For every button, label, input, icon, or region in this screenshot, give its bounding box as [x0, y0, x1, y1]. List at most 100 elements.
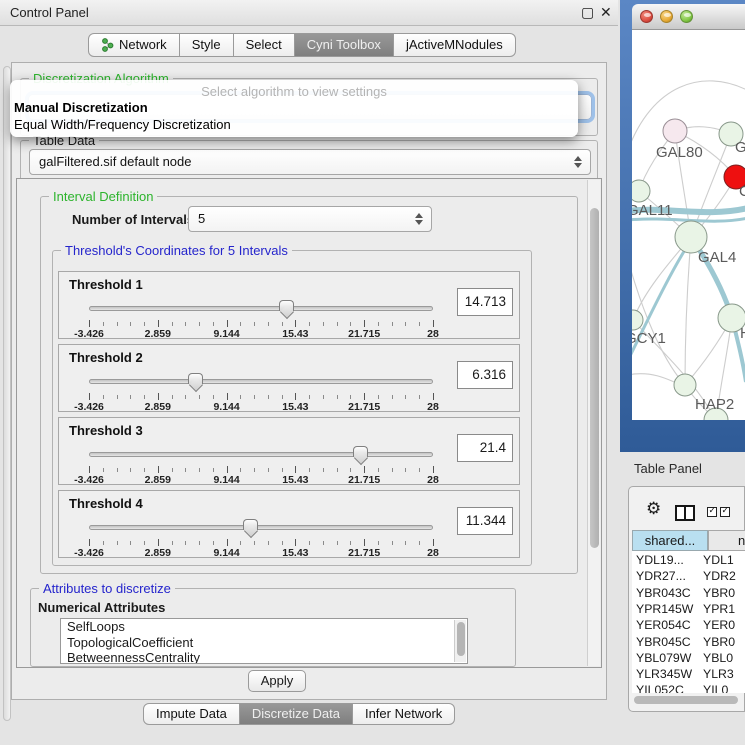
numerical-attributes-label: Numerical Attributes [38, 600, 165, 615]
threshold-2-panel: Threshold 2 -3.4262.8599.14415.4321.7152… [58, 344, 520, 412]
node-hap2[interactable] [674, 374, 696, 396]
thresholds-group-title: Threshold's Coordinates for 5 Intervals [61, 243, 292, 258]
tab-cyni-toolbox[interactable]: Cyni Toolbox [295, 33, 394, 57]
scrollbar-thumb[interactable] [590, 208, 599, 548]
scrollbar-thumb[interactable] [634, 696, 738, 704]
apply-button[interactable]: Apply [248, 670, 306, 692]
node-gal80[interactable] [663, 119, 687, 143]
number-of-intervals-label: Number of Intervals [72, 212, 194, 227]
node-gcy1[interactable] [632, 310, 643, 330]
control-panel-title: Control Panel [10, 5, 89, 20]
threshold-4-value-input[interactable]: 11.344 [457, 507, 513, 535]
scrollbar-thumb[interactable] [457, 622, 465, 656]
table-row[interactable]: YPR145W YPR1 [632, 602, 745, 618]
tab-jactivemnodules[interactable]: jActiveMNodules [394, 33, 516, 57]
tab-style-label: Style [192, 34, 221, 56]
tab-impute-data-label: Impute Data [156, 704, 227, 724]
number-of-intervals-value: 5 [198, 211, 205, 226]
threshold-2-value-input[interactable]: 6.316 [457, 361, 513, 389]
split-columns-icon[interactable] [675, 505, 695, 521]
tab-style[interactable]: Style [180, 33, 234, 57]
vertical-scrollbar[interactable] [587, 180, 600, 666]
slider-thumb[interactable] [279, 300, 294, 311]
slider-thumb[interactable] [188, 373, 203, 384]
tab-network[interactable]: Network [88, 33, 180, 57]
threshold-2-slider[interactable]: -3.4262.8599.14415.4321.71528 [89, 371, 433, 411]
panel-edge-strip [3, 66, 11, 721]
tab-infer-network[interactable]: Infer Network [353, 703, 455, 725]
table-row[interactable]: YIL052CYIL0 [632, 683, 745, 693]
horizontal-scrollbar[interactable] [633, 695, 743, 705]
slider-thumb[interactable] [243, 519, 258, 530]
tab-discretize-data-label: Discretize Data [252, 704, 340, 724]
slider-track[interactable] [89, 306, 433, 311]
control-panel-tabs: Network Style Select Cyni Toolbox jActiv… [88, 33, 516, 57]
table-row[interactable]: YBR045CYBR0 [632, 635, 745, 651]
checkbox-icon[interactable] [707, 507, 717, 517]
table-row[interactable]: YBR043CYBR0 [632, 586, 745, 602]
node-label: GAL11 [632, 202, 673, 219]
list-item[interactable]: BetweennessCentrality [61, 650, 467, 664]
number-of-intervals-combobox[interactable]: 5 [188, 206, 432, 232]
slider-track[interactable] [89, 452, 433, 457]
node-label: GAL80 [656, 144, 703, 161]
cell: YDR27... [636, 569, 686, 583]
minimize-traffic-light[interactable] [660, 10, 673, 23]
cell: YPR145W [636, 602, 693, 616]
table-row[interactable]: YBL079WYBL0 [632, 651, 745, 667]
slider-ticks [89, 538, 433, 546]
threshold-1-slider[interactable]: -3.4262.8599.14415.4321.71528 [89, 298, 433, 338]
table-row[interactable]: YER054CYER0 [632, 618, 745, 634]
numerical-attributes-list[interactable]: SelfLoops TopologicalCoefficient Between… [60, 618, 468, 664]
threshold-4-label: Threshold 4 [69, 496, 143, 511]
table-data-group: Table Data galFiltered.sif default node [20, 140, 598, 182]
attributes-group-title: Attributes to discretize [39, 581, 175, 596]
network-canvas[interactable]: GAL80 G C GAL11 GAL4 GCY1 H HAP2 [632, 30, 745, 420]
node-gal11[interactable] [632, 180, 650, 202]
interval-definition-title: Interval Definition [49, 189, 157, 204]
popup-item-manual-discretization[interactable]: Manual Discretization [10, 99, 578, 116]
slider-tick-labels: -3.4262.8599.14415.4321.71528 [89, 328, 433, 340]
slider-track[interactable] [89, 379, 433, 384]
list-item[interactable]: SelfLoops [61, 619, 467, 635]
threshold-4-slider[interactable]: -3.4262.8599.14415.4321.71528 [89, 517, 433, 557]
float-window-icon[interactable]: ▢ [581, 4, 594, 21]
cell: YLR3 [703, 667, 734, 681]
network-window-titlebar[interactable] [632, 4, 745, 30]
threshold-3-slider[interactable]: -3.4262.8599.14415.4321.71528 [89, 444, 433, 484]
column-header-shared-name[interactable]: shared... [632, 530, 708, 551]
cell: YLR345W [636, 667, 692, 681]
tab-impute-data[interactable]: Impute Data [143, 703, 240, 725]
node-attribute-table[interactable]: shared... name YDL19...YDL1 YDR27...YDR2… [632, 530, 745, 693]
threshold-1-value-input[interactable]: 14.713 [457, 288, 513, 316]
spinner-arrows-icon [415, 212, 423, 226]
tab-infer-network-label: Infer Network [365, 704, 442, 724]
tab-discretize-data[interactable]: Discretize Data [240, 703, 353, 725]
table-row[interactable]: YDR27...YDR2 [632, 569, 745, 585]
table-row[interactable]: YDL19...YDL1 [632, 553, 745, 569]
close-traffic-light[interactable] [640, 10, 653, 23]
gear-icon[interactable]: ⚙ [646, 500, 661, 517]
spinner-arrows-icon [574, 155, 582, 169]
node-label: HAP2 [695, 396, 734, 413]
node-label: GAL4 [698, 249, 736, 266]
checkbox-icon[interactable] [720, 507, 730, 517]
slider-track[interactable] [89, 525, 433, 530]
tab-select[interactable]: Select [234, 33, 295, 57]
cell: YPR1 [703, 602, 735, 616]
list-item[interactable]: TopologicalCoefficient [61, 635, 467, 651]
node-label: C [739, 183, 745, 200]
zoom-traffic-light[interactable] [680, 10, 693, 23]
list-scrollbar[interactable] [454, 620, 466, 662]
slider-thumb[interactable] [353, 446, 368, 457]
close-icon[interactable]: ✕ [600, 4, 612, 21]
popup-item-equal-width[interactable]: Equal Width/Frequency Discretization [10, 116, 578, 133]
cell: YER0 [703, 618, 735, 632]
threshold-1-label: Threshold 1 [69, 277, 143, 292]
table-row[interactable]: YLR345W YLR3 [632, 667, 745, 683]
table-data-combobox[interactable]: galFiltered.sif default node [29, 149, 591, 175]
table-panel-title: Table Panel [634, 461, 702, 476]
cell: YBL0 [703, 651, 733, 665]
column-header-name[interactable]: name [708, 530, 745, 551]
threshold-3-value-input[interactable]: 21.4 [457, 434, 513, 462]
